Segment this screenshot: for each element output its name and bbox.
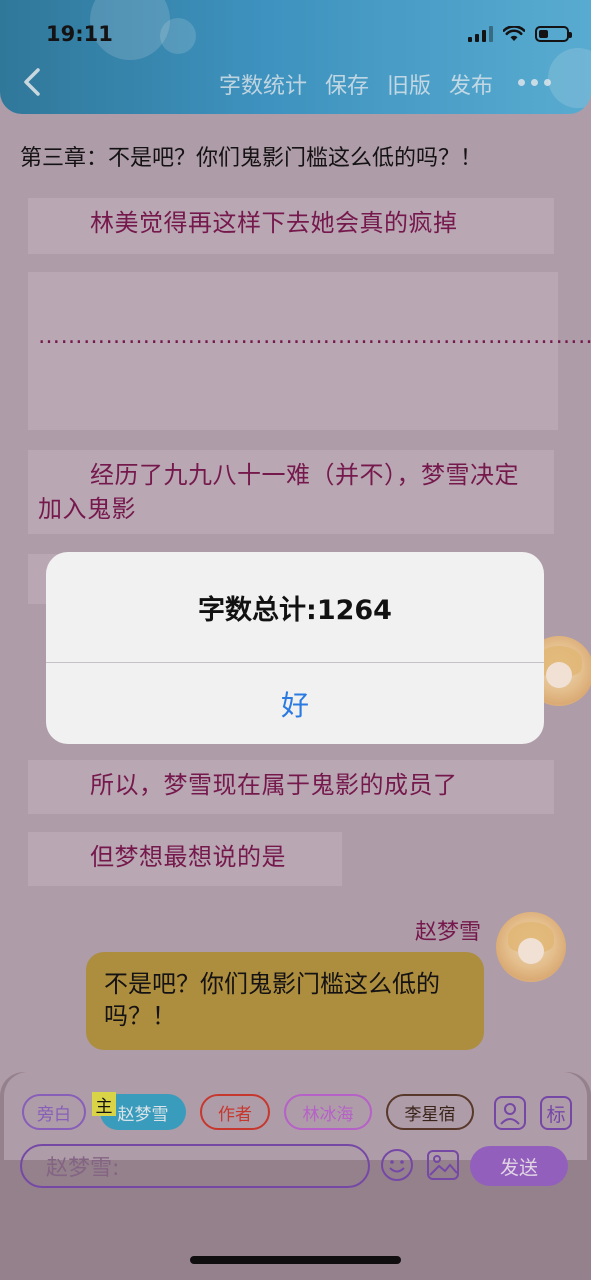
editor-screen: 19:11 字数统计 保存 旧版 发布 第三章：不是吧？你们鬼影门槛这么低的吗？… (0, 0, 591, 1280)
dialog-message: 字数总计:1264 (198, 594, 392, 626)
dialog-ok-button[interactable]: 好 (46, 663, 544, 744)
word-count-dialog: 字数总计:1264 好 (46, 552, 544, 744)
